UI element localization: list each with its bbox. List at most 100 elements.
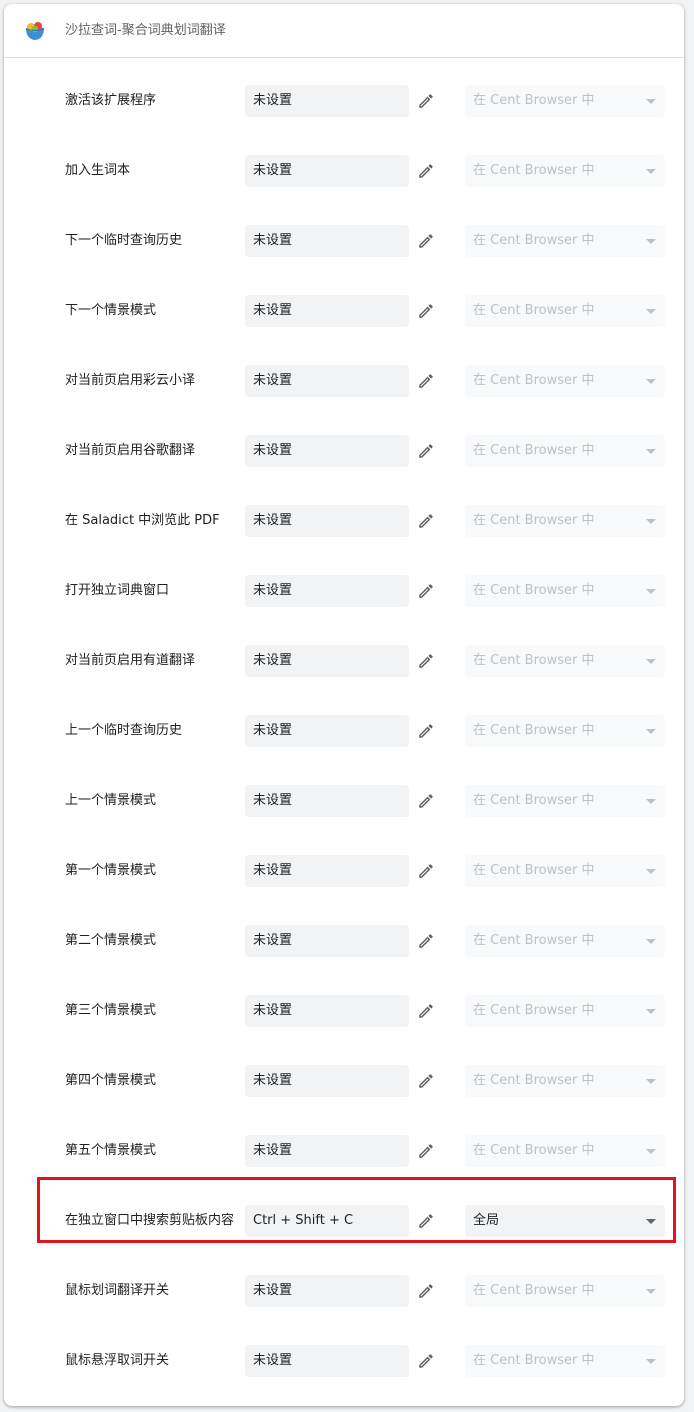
shortcut-input[interactable]: 未设置 [245, 85, 409, 117]
shortcut-command-label: 下一个临时查询历史 [65, 233, 183, 248]
edit-shortcut-button[interactable] [414, 579, 438, 603]
shortcut-command-label: 第四个情景模式 [65, 1073, 157, 1088]
extension-title: 沙拉查词-聚合词典划词翻译 [65, 23, 226, 38]
dropdown-arrow-icon [646, 1289, 656, 1294]
shortcut-scope-select: 在 Cent Browser 中 [465, 855, 665, 887]
pencil-icon [417, 1072, 435, 1090]
edit-shortcut-button[interactable] [414, 1139, 438, 1163]
pencil-icon [417, 792, 435, 810]
edit-shortcut-button[interactable] [414, 1349, 438, 1373]
shortcut-input[interactable]: 未设置 [245, 785, 409, 817]
shortcut-input[interactable]: 未设置 [245, 1065, 409, 1097]
edit-shortcut-button[interactable] [414, 859, 438, 883]
shortcut-row: 下一个情景模式 未设置 在 Cent Browser 中 [4, 276, 684, 346]
shortcut-input[interactable]: 未设置 [245, 295, 409, 327]
edit-shortcut-button[interactable] [414, 1069, 438, 1093]
edit-shortcut-button[interactable] [414, 1209, 438, 1233]
scope-select-value: 在 Cent Browser 中 [473, 863, 595, 878]
shortcut-scope-select: 在 Cent Browser 中 [465, 365, 665, 397]
pencil-icon [417, 302, 435, 320]
edit-shortcut-button[interactable] [414, 649, 438, 673]
scope-select-value: 在 Cent Browser 中 [473, 93, 595, 108]
scope-select-value: 在 Cent Browser 中 [473, 163, 595, 178]
shortcut-row: 第四个情景模式 未设置 在 Cent Browser 中 [4, 1046, 684, 1116]
shortcut-row: 第三个情景模式 未设置 在 Cent Browser 中 [4, 976, 684, 1046]
shortcut-input[interactable]: 未设置 [245, 435, 409, 467]
shortcut-row: 对当前页启用谷歌翻译 未设置 在 Cent Browser 中 [4, 416, 684, 486]
pencil-icon [417, 162, 435, 180]
edit-shortcut-button[interactable] [414, 929, 438, 953]
edit-shortcut-button[interactable] [414, 509, 438, 533]
shortcut-scope-select[interactable]: 全局 [465, 1205, 665, 1237]
shortcut-scope-select: 在 Cent Browser 中 [465, 225, 665, 257]
edit-shortcut-button[interactable] [414, 299, 438, 323]
shortcut-command-label: 激活该扩展程序 [65, 93, 157, 108]
shortcut-scope-select: 在 Cent Browser 中 [465, 1135, 665, 1167]
shortcut-scope-select: 在 Cent Browser 中 [465, 435, 665, 467]
shortcut-row: 打开独立词典窗口 未设置 在 Cent Browser 中 [4, 556, 684, 626]
edit-shortcut-button[interactable] [414, 999, 438, 1023]
shortcut-input[interactable]: 未设置 [245, 505, 409, 537]
shortcut-input[interactable]: Ctrl + Shift + C [245, 1205, 409, 1237]
scope-select-value: 在 Cent Browser 中 [473, 1283, 595, 1298]
shortcut-input[interactable]: 未设置 [245, 1135, 409, 1167]
shortcut-input[interactable]: 未设置 [245, 575, 409, 607]
edit-shortcut-button[interactable] [414, 229, 438, 253]
edit-shortcut-button[interactable] [414, 789, 438, 813]
shortcut-input[interactable]: 未设置 [245, 155, 409, 187]
scope-select-value: 在 Cent Browser 中 [473, 793, 595, 808]
scope-select-value: 在 Cent Browser 中 [473, 1143, 595, 1158]
scope-select-value: 在 Cent Browser 中 [473, 1003, 595, 1018]
dropdown-arrow-icon [646, 519, 656, 524]
shortcut-command-label: 第一个情景模式 [65, 863, 157, 878]
edit-shortcut-button[interactable] [414, 439, 438, 463]
scope-select-value: 在 Cent Browser 中 [473, 443, 595, 458]
pencil-icon [417, 1212, 435, 1230]
edit-shortcut-button[interactable] [414, 369, 438, 393]
dropdown-arrow-icon [646, 729, 656, 734]
dropdown-arrow-icon [646, 589, 656, 594]
scope-select-value: 在 Cent Browser 中 [473, 513, 595, 528]
dropdown-arrow-icon [646, 939, 656, 944]
dropdown-arrow-icon [646, 239, 656, 244]
shortcut-row: 加入生词本 未设置 在 Cent Browser 中 [4, 136, 684, 206]
shortcut-row: 下一个临时查询历史 未设置 在 Cent Browser 中 [4, 206, 684, 276]
scope-select-value: 全局 [473, 1213, 500, 1228]
shortcut-input[interactable]: 未设置 [245, 645, 409, 677]
shortcut-scope-select: 在 Cent Browser 中 [465, 925, 665, 957]
edit-shortcut-button[interactable] [414, 159, 438, 183]
shortcut-command-label: 对当前页启用彩云小译 [65, 373, 196, 388]
shortcut-input[interactable]: 未设置 [245, 925, 409, 957]
shortcut-input[interactable]: 未设置 [245, 715, 409, 747]
dropdown-arrow-icon [646, 1219, 656, 1224]
pencil-icon [417, 372, 435, 390]
shortcut-row: 第一个情景模式 未设置 在 Cent Browser 中 [4, 836, 684, 906]
pencil-icon [417, 582, 435, 600]
pencil-icon [417, 1142, 435, 1160]
pencil-icon [417, 442, 435, 460]
shortcut-scope-select: 在 Cent Browser 中 [465, 1345, 665, 1377]
pencil-icon [417, 1282, 435, 1300]
shortcut-input[interactable]: 未设置 [245, 1275, 409, 1307]
shortcut-scope-select: 在 Cent Browser 中 [465, 1065, 665, 1097]
shortcut-row: 在独立窗口中搜索剪贴板内容 Ctrl + Shift + C 全局 [4, 1186, 684, 1256]
scope-select-value: 在 Cent Browser 中 [473, 583, 595, 598]
shortcut-input[interactable]: 未设置 [245, 995, 409, 1027]
edit-shortcut-button[interactable] [414, 719, 438, 743]
shortcut-row: 鼠标划词翻译开关 未设置 在 Cent Browser 中 [4, 1256, 684, 1326]
shortcut-input[interactable]: 未设置 [245, 225, 409, 257]
shortcut-row: 第五个情景模式 未设置 在 Cent Browser 中 [4, 1116, 684, 1186]
scope-select-value: 在 Cent Browser 中 [473, 233, 595, 248]
extension-shortcuts-card: 沙拉查词-聚合词典划词翻译 激活该扩展程序 未设置在 Cent Browser 中… [4, 4, 684, 1406]
edit-shortcut-button[interactable] [414, 89, 438, 113]
dropdown-arrow-icon [646, 659, 656, 664]
shortcut-input[interactable]: 未设置 [245, 1345, 409, 1377]
shortcut-row: 在 Saladict 中浏览此 PDF 未设置 在 Cent Browser 中 [4, 486, 684, 556]
pencil-icon [417, 1352, 435, 1370]
edit-shortcut-button[interactable] [414, 1279, 438, 1303]
scope-select-value: 在 Cent Browser 中 [473, 1353, 595, 1368]
shortcut-row: 激活该扩展程序 未设置 在 Cent Browser 中 [4, 66, 684, 136]
shortcut-input[interactable]: 未设置 [245, 365, 409, 397]
shortcut-scope-select: 在 Cent Browser 中 [465, 715, 665, 747]
shortcut-input[interactable]: 未设置 [245, 855, 409, 887]
